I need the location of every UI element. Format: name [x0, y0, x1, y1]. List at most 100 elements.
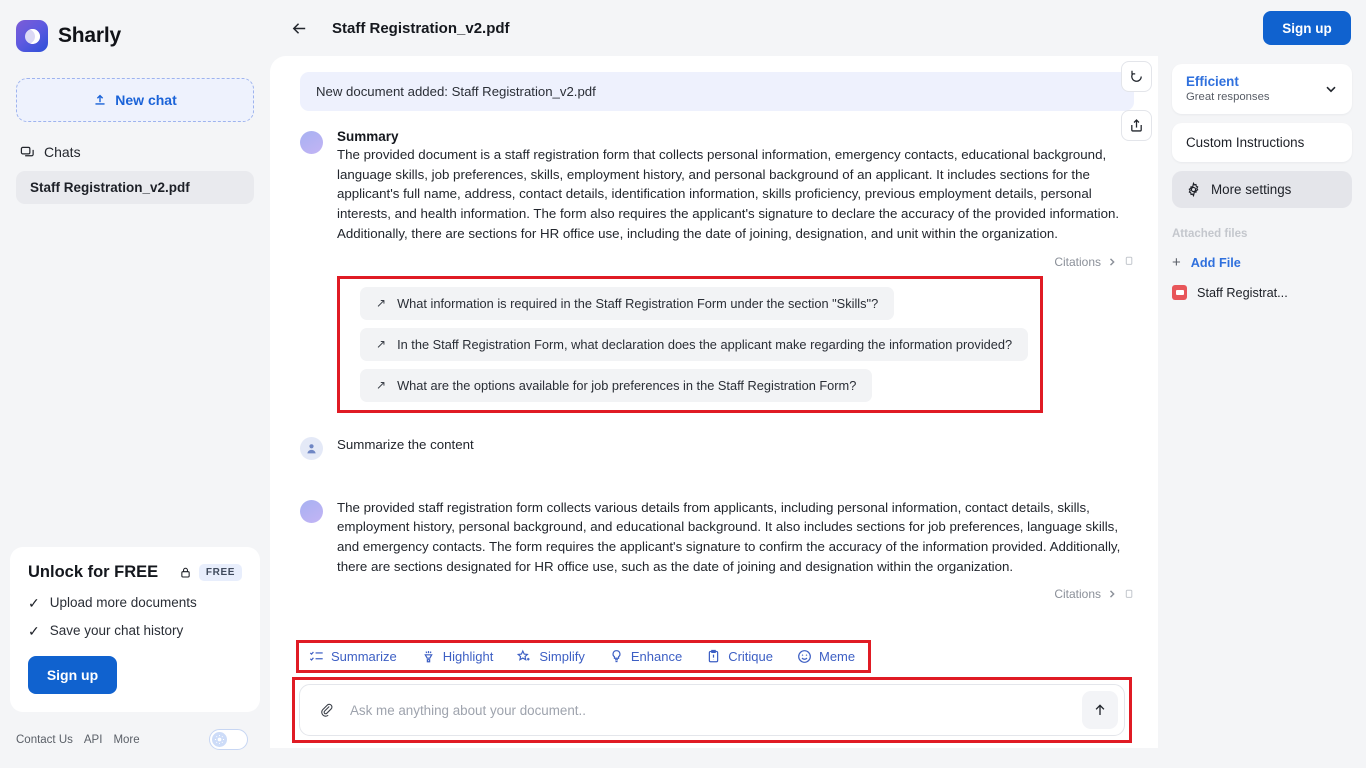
action-meme[interactable]: Meme: [797, 649, 869, 664]
custom-instructions-button[interactable]: Custom Instructions: [1172, 123, 1352, 162]
page-title: Staff Registration_v2.pdf: [332, 19, 510, 37]
suggested-question-label: What are the options available for job p…: [397, 377, 857, 393]
ask-input[interactable]: [338, 702, 1082, 718]
composer: [299, 684, 1125, 736]
action-enhance[interactable]: Enhance: [609, 649, 696, 664]
action-label: Summarize: [331, 649, 397, 664]
top-bar: Staff Registration_v2.pdf Sign up: [270, 0, 1366, 56]
citations-label[interactable]: Citations: [1054, 255, 1101, 269]
check-icon: ✓: [28, 594, 40, 611]
attached-file-item[interactable]: Staff Registrat...: [1172, 285, 1352, 300]
signup-button[interactable]: Sign up: [1263, 11, 1351, 45]
lightbulb-icon: [612, 650, 621, 663]
add-file-label: Add File: [1190, 255, 1241, 270]
promo-title: Unlock for FREE: [28, 563, 159, 581]
promo-feature-item: ✓ Save your chat history: [28, 623, 242, 638]
composer-highlight-box: [292, 677, 1132, 743]
pdf-file-icon: [1172, 285, 1187, 300]
mode-selector[interactable]: Efficient Great responses: [1172, 64, 1352, 114]
assistant-message: The provided staff registration form col…: [300, 498, 1134, 601]
new-chat-button[interactable]: New chat: [16, 78, 254, 122]
refresh-button[interactable]: [1121, 61, 1152, 92]
attached-files-label: Attached files: [1172, 228, 1248, 240]
action-critique[interactable]: Critique: [706, 649, 787, 664]
attached-file-name: Staff Registrat...: [1197, 285, 1288, 300]
check-icon: ✓: [28, 622, 40, 639]
quick-actions-toolbar: Summarize Highlight Simplify Enhance Cri…: [296, 640, 871, 673]
brand-name: Sharly: [58, 24, 121, 47]
promo-feature-label: Save your chat history: [49, 623, 184, 638]
summary-heading: Summary: [337, 129, 399, 144]
citations-row: Citations: [337, 255, 1134, 269]
user-message-text: Summarize the content: [337, 436, 474, 452]
suggested-questions-group: ↗ What information is required in the St…: [337, 275, 1043, 413]
send-button[interactable]: [1082, 691, 1118, 729]
person-icon: [307, 443, 316, 453]
sharly-logo-icon: [16, 20, 48, 52]
theme-toggle[interactable]: [209, 729, 248, 750]
promo-signup-button[interactable]: Sign up: [28, 656, 117, 694]
chevron-right-icon[interactable]: [1107, 589, 1117, 599]
chats-icon: [20, 146, 34, 156]
action-simplify[interactable]: Simplify: [517, 649, 599, 664]
gear-icon: [1188, 182, 1199, 197]
custom-instructions-label: Custom Instructions: [1186, 135, 1305, 150]
action-label: Simplify: [539, 649, 585, 664]
summary-text: The provided document is a staff registr…: [337, 147, 1120, 241]
suggested-question-label: What information is required in the Staf…: [397, 295, 879, 311]
copy-icon[interactable]: [1123, 589, 1134, 600]
brand: Sharly: [0, 0, 270, 56]
plus-icon: +: [1172, 254, 1181, 271]
suggested-question-label: In the Staff Registration Form, what dec…: [397, 336, 1013, 352]
back-button[interactable]: [284, 13, 314, 43]
footer-link-api[interactable]: API: [84, 734, 103, 746]
mode-subtitle: Great responses: [1186, 91, 1270, 103]
suggested-question-chip[interactable]: ↗ What information is required in the St…: [360, 286, 895, 320]
clipboard-alert-icon: [708, 649, 719, 663]
more-settings-button[interactable]: More settings: [1172, 171, 1352, 208]
arrow-up-right-icon: ↗: [376, 378, 387, 393]
assistant-reply-text: The provided staff registration form col…: [337, 499, 1121, 574]
upgrade-promo-card: Unlock for FREE FREE ✓ Upload more docum…: [10, 547, 260, 712]
system-note: New document added: Staff Registration_v…: [300, 72, 1134, 111]
send-arrow-up-icon: [1095, 704, 1105, 715]
system-note-text: New document added: Staff Registration_v…: [316, 84, 596, 99]
more-settings-label: More settings: [1211, 182, 1292, 197]
mode-title: Efficient: [1186, 74, 1239, 89]
right-panel: Efficient Great responses Custom Instruc…: [1158, 56, 1366, 768]
summarize-icon: [309, 651, 323, 661]
new-chat-label: New chat: [115, 92, 177, 108]
suggested-question-chip[interactable]: ↗ In the Staff Registration Form, what d…: [360, 327, 1029, 361]
chevron-down-icon: [1326, 86, 1336, 93]
suggested-question-chip[interactable]: ↗ What are the options available for job…: [360, 368, 873, 402]
action-summarize[interactable]: Summarize: [309, 649, 411, 664]
refresh-icon: [1131, 70, 1142, 82]
action-highlight[interactable]: Highlight: [421, 649, 508, 664]
chats-section-header: Chats: [0, 122, 270, 160]
share-button[interactable]: [1121, 110, 1152, 141]
assistant-avatar: [300, 131, 323, 154]
citations-row: Citations: [337, 587, 1134, 601]
arrow-up-right-icon: ↗: [376, 337, 387, 352]
promo-feature-item: ✓ Upload more documents: [28, 595, 242, 610]
user-message: Summarize the content: [300, 435, 1134, 460]
sun-icon: [212, 732, 227, 747]
sidebar-chat-item[interactable]: Staff Registration_v2.pdf: [16, 171, 254, 204]
action-label: Meme: [818, 649, 856, 664]
promo-feature-label: Upload more documents: [49, 595, 197, 610]
arrow-up-right-icon: ↗: [376, 296, 387, 311]
copy-icon[interactable]: [1123, 256, 1134, 267]
left-sidebar: Sharly New chat Chats Staff Registration…: [0, 0, 270, 768]
chat-scroll-area[interactable]: New document added: Staff Registration_v…: [270, 56, 1158, 666]
footer-link-more[interactable]: More: [113, 734, 139, 746]
add-file-button[interactable]: + Add File: [1172, 255, 1352, 270]
smiley-icon: [798, 650, 811, 663]
footer-link-contact-us[interactable]: Contact Us: [16, 734, 73, 746]
attach-file-button[interactable]: [314, 698, 338, 722]
action-label: Highlight: [442, 649, 494, 664]
free-badge: FREE: [198, 564, 242, 581]
chats-label: Chats: [44, 144, 81, 160]
sidebar-footer: Contact Us API More: [0, 712, 270, 768]
chevron-right-icon[interactable]: [1107, 257, 1117, 267]
citations-label[interactable]: Citations: [1054, 587, 1101, 601]
